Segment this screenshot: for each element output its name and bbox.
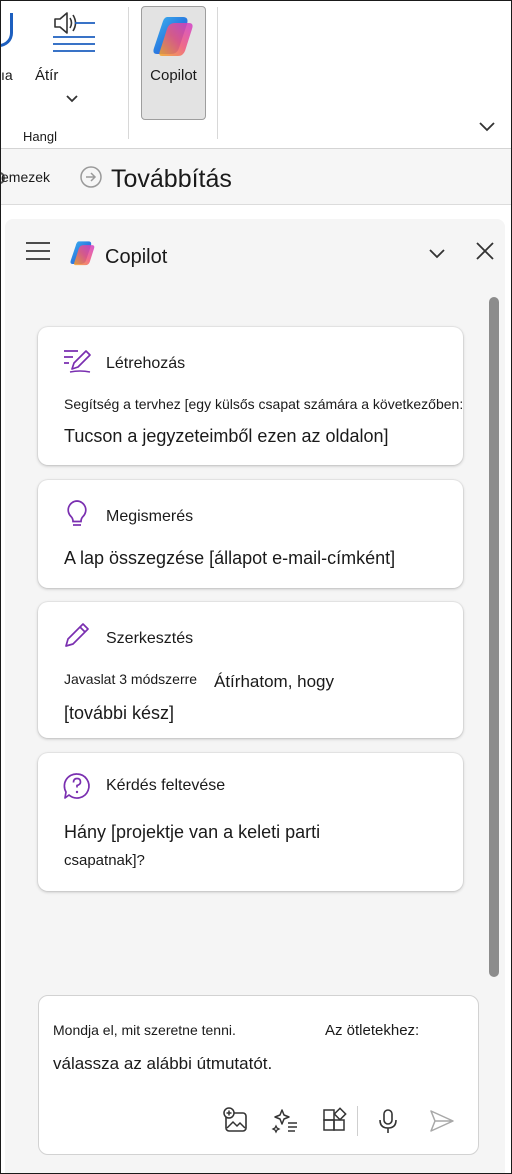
send-icon[interactable] [427, 1106, 457, 1136]
ribbon-separator [217, 7, 218, 139]
chevron-down-icon[interactable] [427, 243, 447, 263]
apps-icon[interactable] [319, 1106, 349, 1136]
read-aloud-icon[interactable] [51, 9, 97, 55]
copilot-logo-icon [151, 13, 197, 59]
question-icon [62, 771, 92, 801]
copilot-ribbon-label: Copilot [150, 67, 197, 84]
partial-ribbon-icon[interactable] [1, 13, 13, 47]
read-aloud-label[interactable]: Átír [35, 67, 58, 84]
card-text: Segítség a tervhez [egy külsős csapat sz… [64, 396, 464, 412]
card-title: Megismerés [106, 508, 194, 525]
partial-ribbon-label: ıa [1, 67, 13, 83]
add-image-icon[interactable] [221, 1106, 251, 1136]
card-text: Tucson a jegyzeteimből ezen az oldalon] [64, 426, 389, 446]
card-text: [további kész] [64, 703, 175, 723]
card-text: Átírhatom, hogy [214, 672, 335, 691]
copilot-pane-title: Copilot [105, 246, 168, 268]
scrollbar[interactable] [489, 297, 499, 977]
prompt-card-create[interactable]: Létrehozás Segítség a tervhez [egy külső… [38, 327, 463, 465]
card-title: Létrehozás [106, 355, 186, 372]
microphone-icon[interactable] [373, 1106, 403, 1136]
copilot-ribbon-button[interactable]: Copilot [141, 6, 206, 120]
prompt-card-understand[interactable]: Megismerés A lap összegzése [állapot e-m… [38, 480, 463, 588]
card-title: Szerkesztés [106, 630, 194, 647]
chevron-down-icon[interactable] [65, 91, 79, 103]
copilot-logo-icon [69, 239, 97, 267]
toolbar-separator [357, 1106, 358, 1136]
pencil-icon [62, 620, 92, 650]
composer-placeholder: Mondja el, mit szeretne tenni. [53, 1022, 236, 1038]
hamburger-menu-icon[interactable] [25, 241, 51, 261]
composer-placeholder: Az ötletekhez: [325, 1022, 420, 1039]
card-text: Javaslat 3 módszerre [64, 671, 198, 687]
copilot-pane: Copilot Létrehozás Segítség a tervhez [e… [5, 219, 505, 1173]
ribbon-collapse-chevron-icon[interactable] [477, 119, 497, 135]
card-text: Hány [projektje van a keleti parti [64, 822, 321, 842]
ribbon-group-label: Hangl [23, 129, 57, 144]
forward-tab-label[interactable]: Továbbítás [111, 165, 232, 194]
app-window: ıa Átír Hangl Copilot emezek Továbbítás … [0, 0, 512, 1174]
page-tab-bar: emezek [1, 149, 511, 205]
card-text: A lap összegzése [állapot e-mail-címként… [64, 548, 396, 568]
prompt-card-edit[interactable]: Szerkesztés Javaslat 3 módszerre Átírhat… [38, 602, 463, 738]
sparkle-prompts-icon[interactable] [271, 1106, 301, 1136]
card-title: Kérdés feltevése [106, 777, 226, 794]
prompt-composer[interactable]: Mondja el, mit szeretne tenni. Az ötlete… [38, 995, 479, 1155]
prompt-card-ask[interactable]: Kérdés feltevése Hány [projektje van a k… [38, 753, 463, 891]
close-icon[interactable] [475, 241, 495, 261]
composer-placeholder: válassza az alábbi útmutatót. [53, 1054, 273, 1073]
copilot-pane-header: Copilot [5, 219, 505, 289]
card-text: csapatnak]? [64, 852, 145, 869]
forward-arrow-icon[interactable] [79, 165, 103, 189]
previous-tab-label[interactable]: emezek [1, 169, 50, 185]
create-icon [62, 345, 92, 375]
ribbon: ıa Átír Hangl Copilot [1, 1, 511, 149]
ribbon-separator [128, 7, 129, 139]
lightbulb-icon [62, 498, 92, 528]
